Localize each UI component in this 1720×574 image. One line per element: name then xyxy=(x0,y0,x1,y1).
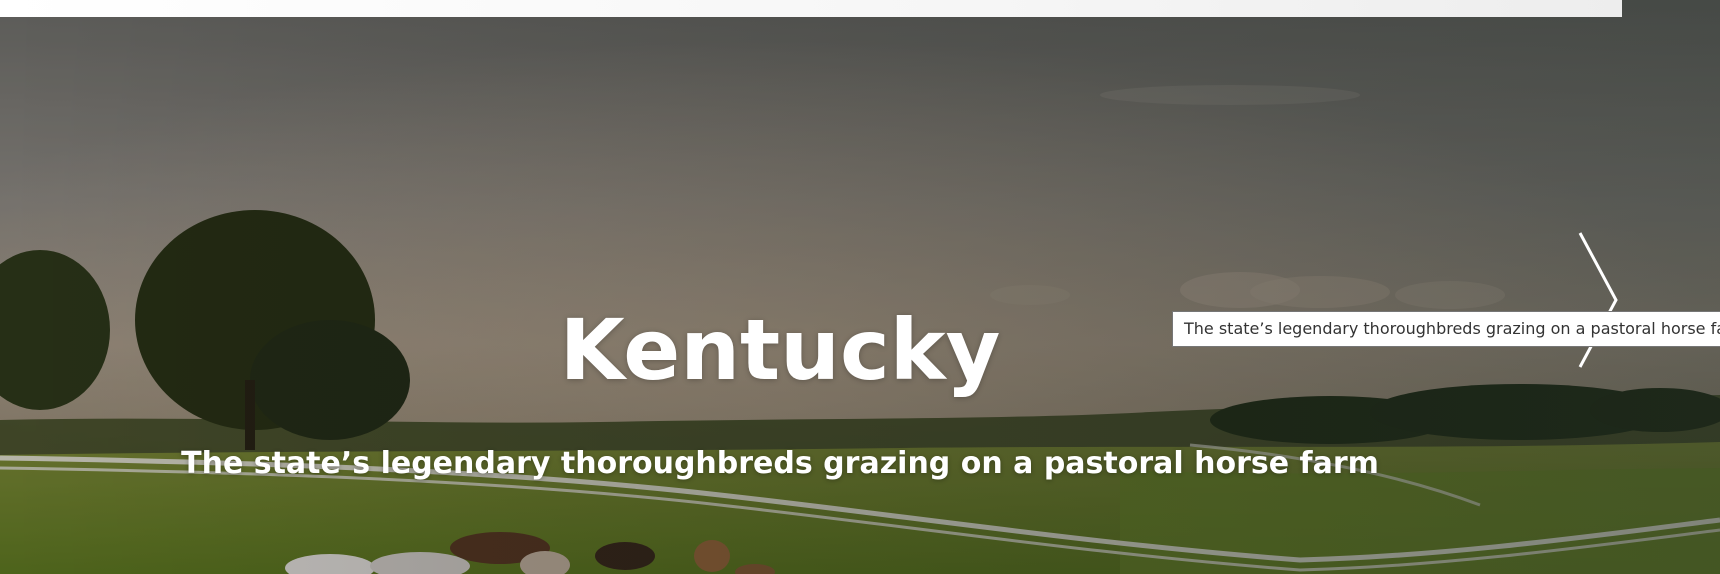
next-slide-button[interactable] xyxy=(1570,230,1620,370)
hero-background-image xyxy=(0,0,1720,574)
hero-banner: Kentucky The state’s legendary thoroughb… xyxy=(0,0,1720,574)
chevron-right-icon xyxy=(1578,232,1618,368)
tooltip: The state’s legendary thoroughbreds graz… xyxy=(1172,311,1720,347)
top-bar xyxy=(0,0,1622,17)
hero-subtitle: The state’s legendary thoroughbreds graz… xyxy=(181,446,1379,481)
